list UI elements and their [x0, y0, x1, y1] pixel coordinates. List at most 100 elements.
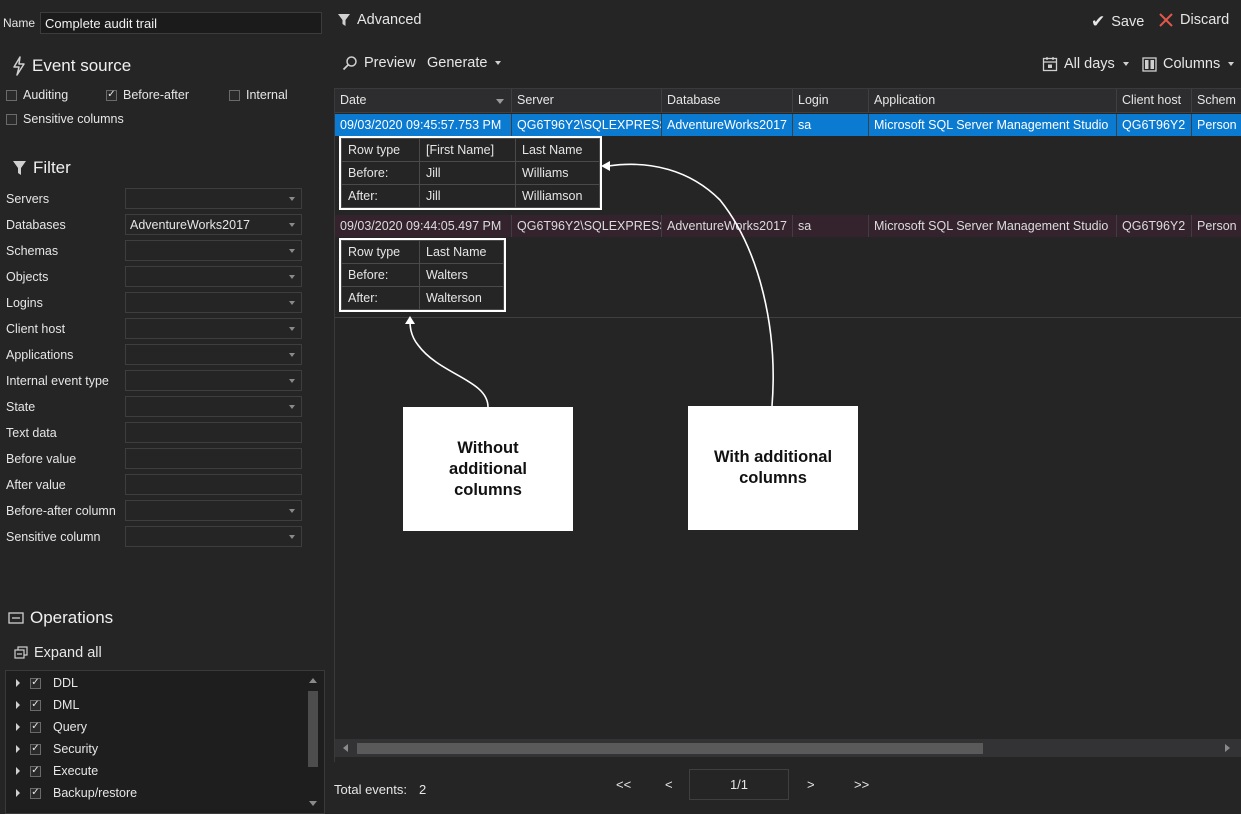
- chevron-down-icon: [289, 249, 295, 253]
- filter-input[interactable]: [125, 448, 302, 469]
- expand-arrow-icon[interactable]: [16, 789, 20, 797]
- expand-arrow-icon[interactable]: [16, 745, 20, 753]
- columns-button[interactable]: Columns: [1142, 56, 1235, 72]
- cell-server: QG6T96Y2\SQLEXPRESS: [512, 215, 662, 237]
- filter-dropdown[interactable]: [125, 266, 302, 287]
- scroll-thumb[interactable]: [308, 691, 318, 767]
- internal-checkbox[interactable]: Internal: [229, 88, 288, 102]
- filter-row-client-host: Client host: [6, 318, 306, 340]
- scroll-down-icon[interactable]: [309, 801, 317, 806]
- expand-arrow-icon[interactable]: [16, 701, 20, 709]
- all-days-button[interactable]: All days: [1042, 56, 1129, 72]
- column-header-label: Server: [517, 93, 554, 107]
- operations-tree[interactable]: ✓ DDL ✓ DML ✓ Query ✓ Security ✓ Execute ✓ Backup/r…: [5, 670, 325, 814]
- operation-item-security[interactable]: ✓ Security: [6, 738, 306, 760]
- scroll-thumb[interactable]: [357, 743, 983, 754]
- operation-item-ddl[interactable]: ✓ DDL: [6, 672, 306, 694]
- scroll-right-icon[interactable]: [1225, 744, 1230, 752]
- column-header-server[interactable]: Server: [512, 89, 662, 113]
- save-label: Save: [1111, 14, 1145, 30]
- expand-all-label: Expand all: [34, 645, 102, 661]
- detail-cell: Williams: [515, 161, 600, 185]
- filter-dropdown[interactable]: [125, 526, 302, 547]
- operation-checkbox[interactable]: ✓: [30, 721, 41, 733]
- auditing-label: Auditing: [23, 88, 69, 102]
- filter-dropdown[interactable]: [125, 318, 302, 339]
- detail-cell: Walterson: [419, 286, 504, 310]
- scroll-up-icon[interactable]: [309, 678, 317, 683]
- column-header-database[interactable]: Database: [662, 89, 793, 113]
- column-header-application[interactable]: Application: [869, 89, 1117, 113]
- generate-button[interactable]: Generate: [427, 55, 502, 71]
- discard-button[interactable]: Discard: [1158, 12, 1229, 28]
- operation-item-dml[interactable]: ✓ DML: [6, 694, 306, 716]
- operation-checkbox[interactable]: ✓: [30, 677, 41, 689]
- filter-header: Filter: [12, 158, 71, 178]
- filter-dropdown[interactable]: [125, 240, 302, 261]
- report-name-input[interactable]: [40, 12, 322, 34]
- before-after-checkbox[interactable]: ✓ Before-after: [106, 88, 189, 102]
- next-page-button[interactable]: >: [807, 777, 815, 792]
- cell-date: 09/03/2020 09:44:05.497 PM: [335, 215, 512, 237]
- callout-with-columns: With additional columns: [688, 406, 858, 530]
- filter-row-state: State: [6, 396, 306, 418]
- sensitive-columns-label: Sensitive columns: [23, 112, 124, 126]
- operation-checkbox[interactable]: ✓: [30, 765, 41, 777]
- operation-item-backup-restore[interactable]: ✓ Backup/restore: [6, 782, 306, 804]
- advanced-label: Advanced: [357, 12, 422, 28]
- grid-horizontal-scrollbar[interactable]: [335, 739, 1241, 757]
- sensitive-columns-checkbox[interactable]: Sensitive columns: [6, 112, 124, 126]
- filter-label: Before value: [6, 452, 77, 466]
- filter-dropdown[interactable]: [125, 188, 302, 209]
- operation-checkbox[interactable]: ✓: [30, 787, 41, 799]
- filter-dropdown[interactable]: [125, 370, 302, 391]
- column-header-date[interactable]: Date: [335, 89, 512, 113]
- filter-dropdown[interactable]: [125, 500, 302, 521]
- expand-arrow-icon[interactable]: [16, 723, 20, 731]
- filter-dropdown[interactable]: [125, 344, 302, 365]
- advanced-button[interactable]: Advanced: [337, 12, 422, 28]
- column-header-client-host[interactable]: Client host: [1117, 89, 1192, 113]
- operations-scrollbar[interactable]: [306, 671, 320, 813]
- operation-checkbox[interactable]: ✓: [30, 743, 41, 755]
- page-indicator[interactable]: 1/1: [689, 769, 789, 800]
- operation-item-execute[interactable]: ✓ Execute: [6, 760, 306, 782]
- checkbox-box-checked: ✓: [106, 89, 117, 101]
- filter-row-applications: Applications: [6, 344, 306, 366]
- cell-client-host: QG6T96Y2: [1117, 215, 1192, 237]
- operation-label: DDL: [53, 676, 79, 690]
- operation-item-query[interactable]: ✓ Query: [6, 716, 306, 738]
- name-label: Name: [3, 16, 36, 30]
- chevron-down-icon: [289, 197, 295, 201]
- first-page-button[interactable]: <<: [616, 777, 631, 792]
- scroll-left-icon[interactable]: [343, 744, 348, 752]
- cell-server: QG6T96Y2\SQLEXPRESS: [512, 114, 662, 136]
- detail-cell: Jill: [419, 184, 516, 208]
- filter-dropdown[interactable]: [125, 292, 302, 313]
- preview-button[interactable]: Preview: [342, 55, 416, 71]
- table-row[interactable]: 09/03/2020 09:44:05.497 PM QG6T96Y2\SQLEX…: [335, 215, 1241, 237]
- operation-checkbox[interactable]: ✓: [30, 699, 41, 711]
- filter-dropdown[interactable]: AdventureWorks2017: [125, 214, 302, 235]
- page-number: 1/1: [729, 777, 749, 792]
- prev-page-button[interactable]: <: [665, 777, 673, 792]
- save-button[interactable]: ✔ Save: [1091, 12, 1144, 32]
- table-row[interactable]: 09/03/2020 09:45:57.753 PM QG6T96Y2\SQLEX…: [335, 114, 1241, 136]
- filter-input[interactable]: [125, 422, 302, 443]
- filter-dropdown[interactable]: [125, 396, 302, 417]
- filter-input[interactable]: [125, 474, 302, 495]
- chevron-down-icon: [289, 353, 295, 357]
- last-page-button[interactable]: >>: [854, 777, 869, 792]
- left-panel: Name Event source Auditing ✓ Before-afte…: [0, 0, 326, 814]
- expand-arrow-icon[interactable]: [16, 679, 20, 687]
- expand-arrow-icon[interactable]: [16, 767, 20, 775]
- filter-icon: [338, 14, 350, 26]
- auditing-checkbox[interactable]: Auditing: [6, 88, 68, 102]
- chevron-down-icon: [289, 223, 295, 227]
- expand-all-button[interactable]: Expand all: [14, 645, 102, 661]
- checkmark-icon: ✔: [1091, 12, 1106, 31]
- filter-row-schemas: Schemas: [6, 240, 306, 262]
- column-header-login[interactable]: Login: [793, 89, 869, 113]
- column-header-schem[interactable]: Schem: [1192, 89, 1241, 113]
- operation-label: DML: [53, 698, 80, 712]
